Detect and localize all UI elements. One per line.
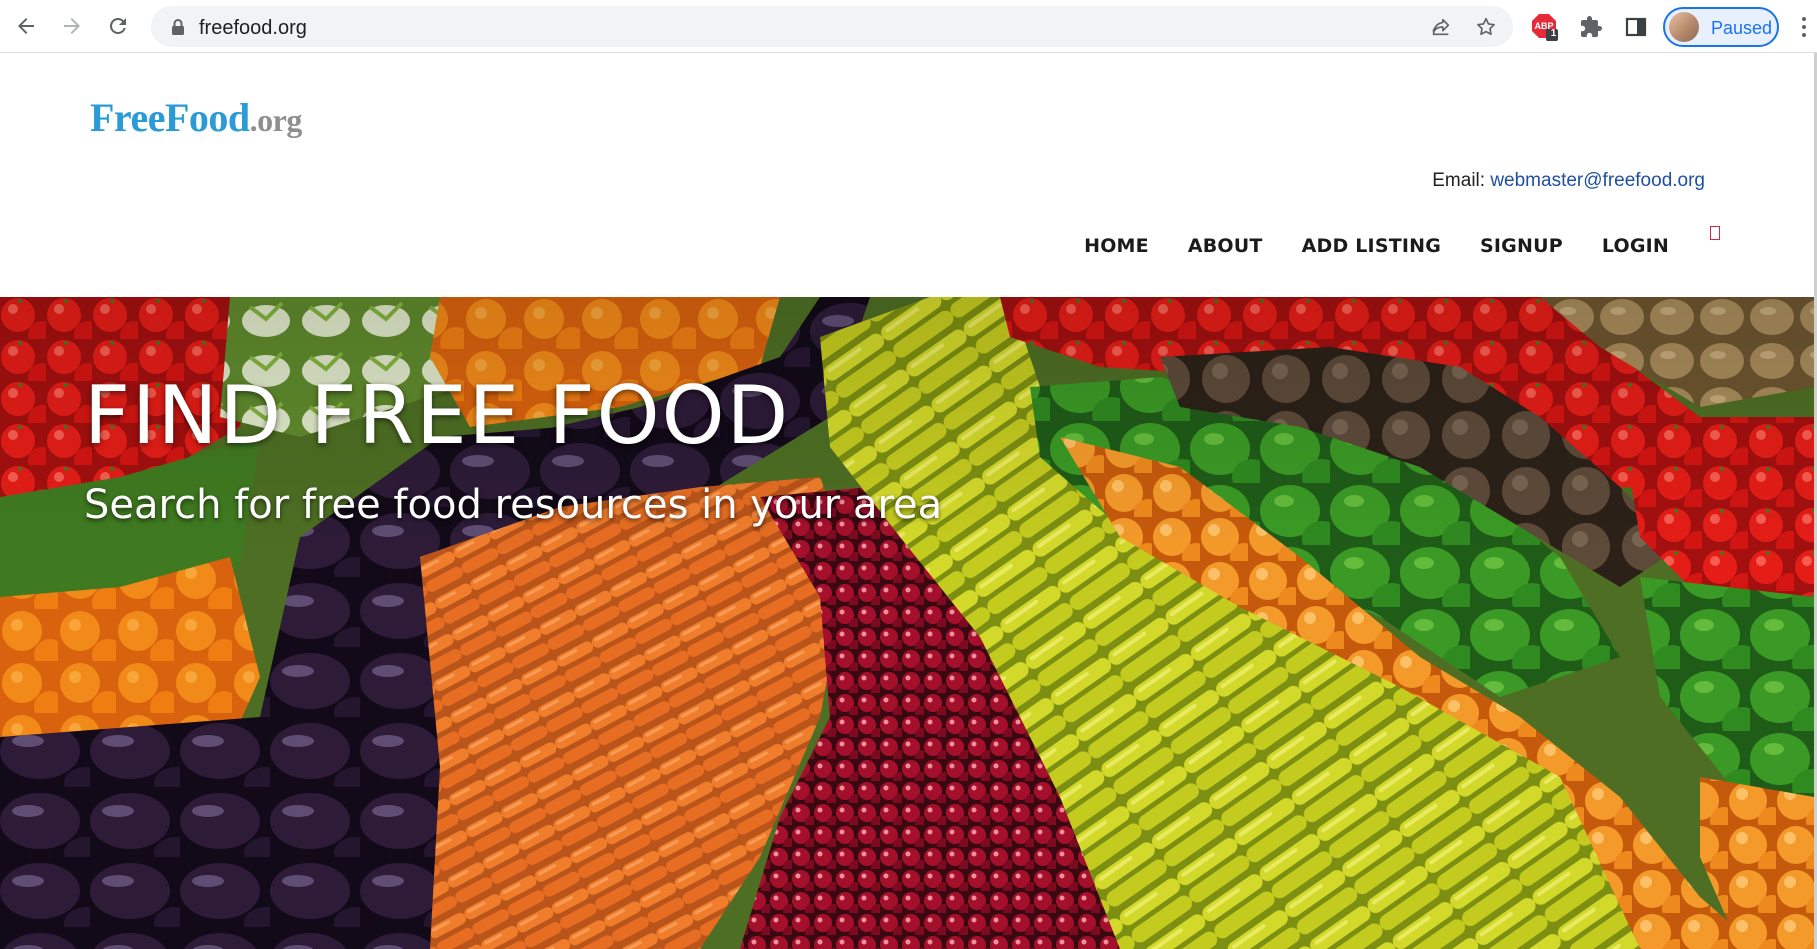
nav-signup[interactable]: SIGNUP [1480, 235, 1563, 257]
contact-email: Email: webmaster@freefood.org [1432, 170, 1705, 192]
avatar [1669, 12, 1699, 42]
side-panel-icon [1625, 17, 1647, 37]
hero-title: FIND FREE FOOD [84, 369, 791, 462]
extensions-puzzle-icon [1581, 16, 1602, 37]
share-icon[interactable] [1428, 14, 1454, 40]
site-logo[interactable]: FreeFood.org [90, 94, 302, 141]
email-label: Email: [1432, 170, 1486, 191]
forward-button[interactable] [54, 8, 90, 44]
browser-toolbar: freefood.org ABP 1 Paused [0, 0, 1817, 53]
nav-home[interactable]: HOME [1084, 235, 1149, 257]
side-panel-button[interactable] [1621, 12, 1651, 42]
url-text[interactable]: freefood.org [199, 17, 307, 40]
adblock-extension-button[interactable]: ABP 1 [1530, 12, 1560, 42]
reload-button[interactable] [100, 8, 136, 44]
logo-brand-text: FreeFood [90, 95, 250, 140]
hero-subtitle: Search for free food resources in your a… [84, 482, 943, 528]
back-button[interactable] [8, 8, 44, 44]
forward-arrow-icon [64, 18, 80, 34]
nav-add-listing[interactable]: ADD LISTING [1302, 235, 1441, 257]
address-bar[interactable]: freefood.org [151, 6, 1513, 47]
profile-status-label: Paused [1711, 18, 1773, 38]
logo-tld-text: .org [249, 102, 303, 138]
hero-banner: FIND FREE FOOD Search for free food reso… [0, 297, 1814, 949]
nav-marker-icon [1710, 226, 1720, 240]
main-nav: HOME ABOUT ADD LISTING SIGNUP LOGIN [1084, 235, 1669, 257]
reload-icon [109, 17, 126, 34]
extensions-button[interactable] [1576, 12, 1606, 42]
lock-icon[interactable] [165, 14, 191, 40]
web-page: FreeFood.org Email: webmaster@freefood.o… [0, 53, 1817, 949]
back-arrow-icon [18, 18, 34, 34]
profile-button[interactable]: Paused [1663, 7, 1779, 47]
extension-badge: 1 [1550, 28, 1557, 39]
nav-login[interactable]: LOGIN [1602, 235, 1669, 257]
more-menu-icon[interactable] [1797, 12, 1811, 42]
bookmark-star-icon[interactable] [1473, 14, 1499, 40]
nav-about[interactable]: ABOUT [1188, 235, 1263, 257]
email-link[interactable]: webmaster@freefood.org [1490, 170, 1705, 191]
